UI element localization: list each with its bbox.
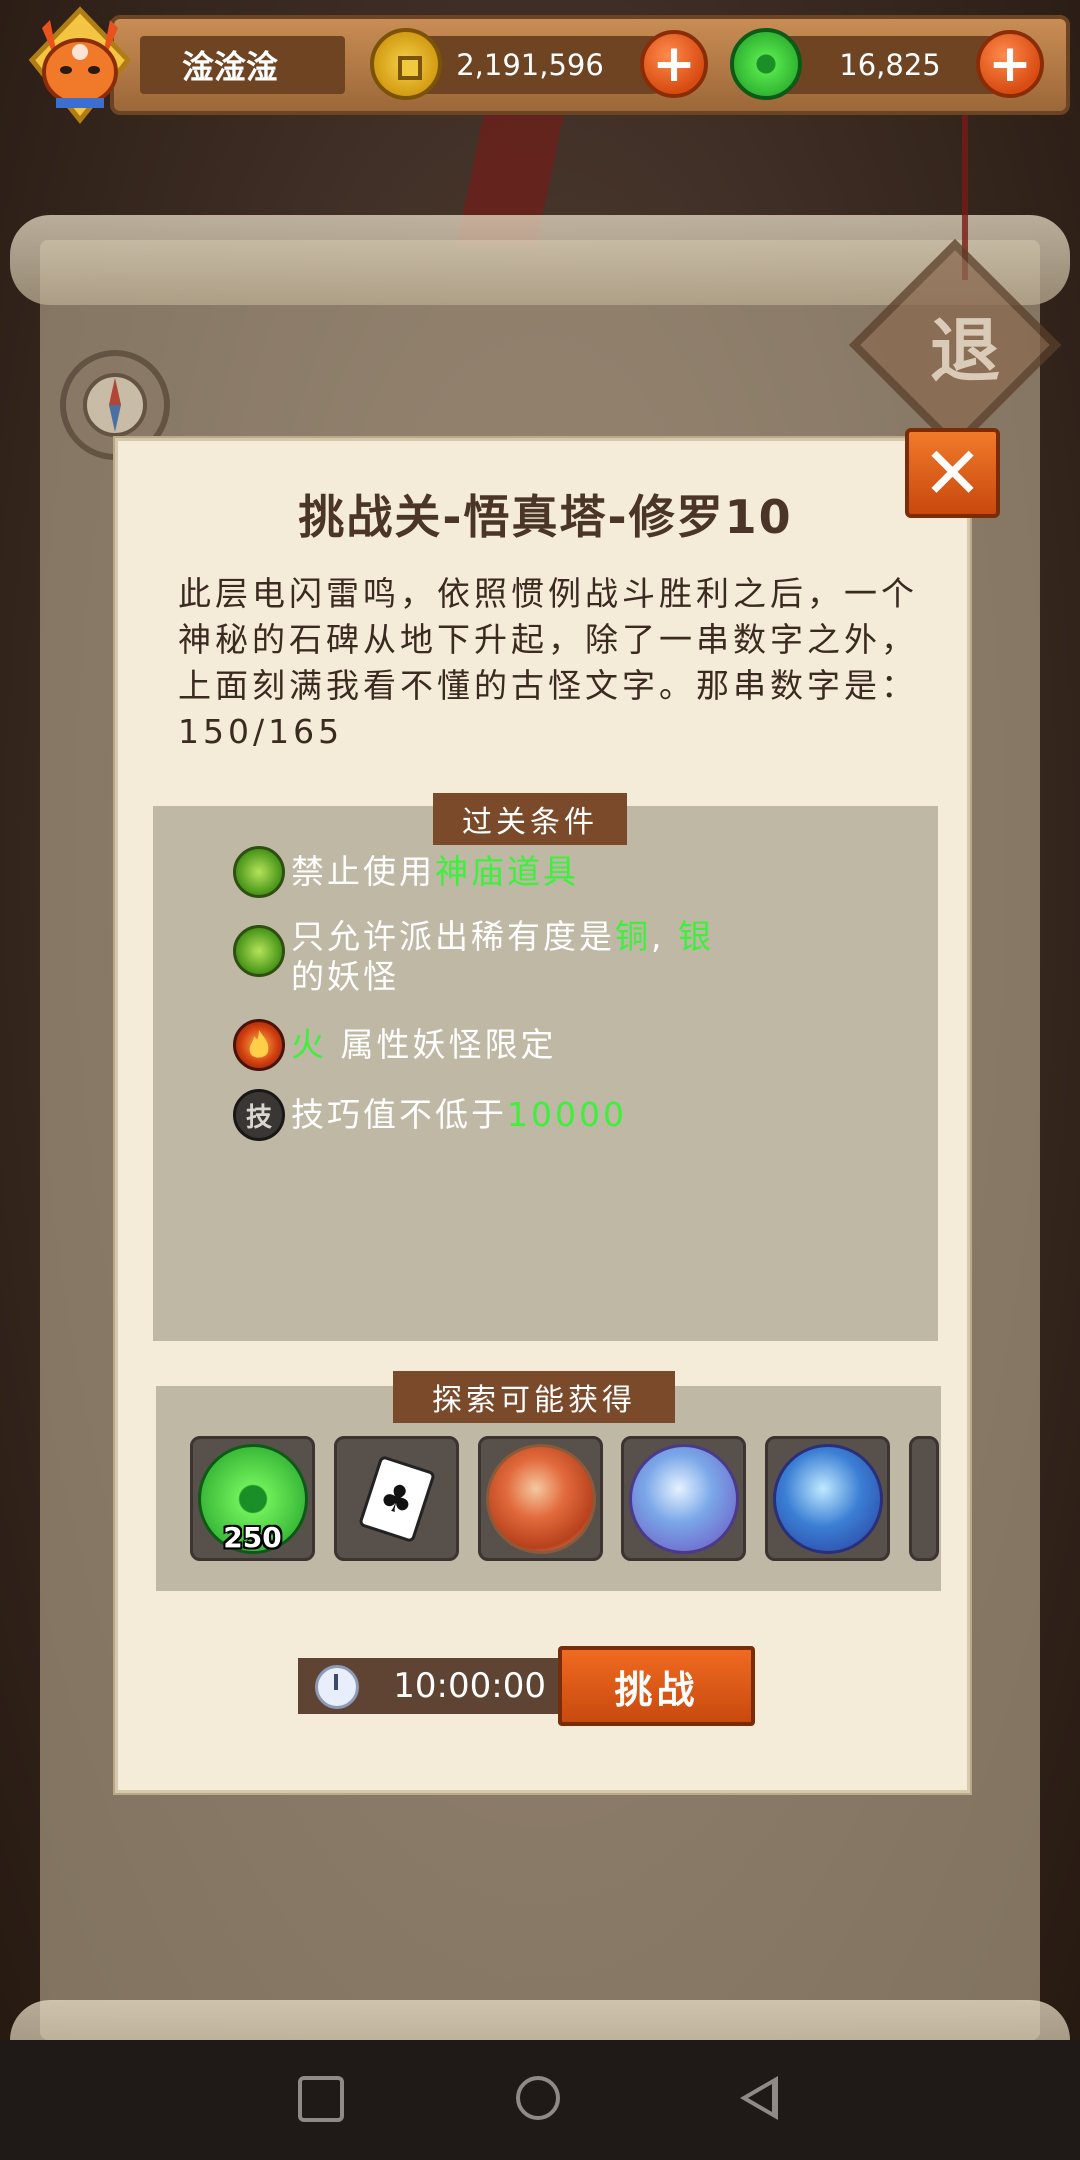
compass-needle-icon xyxy=(83,373,147,437)
red-orb-icon xyxy=(485,1443,596,1554)
dialog-title: 挑战关-悟真塔-修罗10 xyxy=(298,490,793,544)
reward-slot[interactable] xyxy=(478,1436,603,1561)
fire-icon xyxy=(233,1019,285,1071)
condition-item: 只允许派出稀有度是铜, 银的妖怪 xyxy=(233,911,811,997)
coin-amount: 2,191,596 xyxy=(456,48,604,82)
jade-icon xyxy=(730,28,802,100)
fox-avatar-icon[interactable] xyxy=(10,0,150,150)
reward-slot[interactable] xyxy=(765,1436,890,1561)
condition-item: 火 属性妖怪限定 xyxy=(233,1019,557,1071)
exit-label: 退 xyxy=(930,309,1000,392)
cube-orb-icon xyxy=(628,1443,739,1554)
close-icon: ✕ xyxy=(922,431,983,515)
rewards-header: 探索可能获得 xyxy=(393,1371,675,1423)
stopwatch-icon xyxy=(315,1665,359,1709)
add-jade-button[interactable]: + xyxy=(976,30,1044,98)
plus-icon: + xyxy=(988,34,1032,94)
reward-slot-partial[interactable] xyxy=(909,1436,939,1561)
condition-text: 禁止使用神庙道具 xyxy=(291,852,579,891)
player-name: 淦淦淦 xyxy=(140,36,345,94)
challenge-dialog: 挑战关-悟真塔-修罗10 此层电闪雷鸣，依照惯例战斗胜利之后，一个神秘的石碑从地… xyxy=(115,438,970,1793)
add-coins-button[interactable]: + xyxy=(640,30,708,98)
timer-text: 10:00:00 xyxy=(393,1666,546,1706)
dialog-description: 此层电闪雷鸣，依照惯例战斗胜利之后，一个神秘的石碑从地下升起，除了一串数字之外，… xyxy=(178,574,918,751)
close-button[interactable]: ✕ xyxy=(905,428,1000,518)
back-button[interactable] xyxy=(740,2076,778,2120)
jade-amount: 16,825 xyxy=(839,48,941,82)
gold-coin-icon xyxy=(370,28,442,100)
reward-count: 250 xyxy=(223,1521,282,1554)
reward-slot[interactable]: ♣ xyxy=(334,1436,459,1561)
condition-text: 只允许派出稀有度是铜, 银的妖怪 xyxy=(291,917,714,996)
condition-item: 技 技巧值不低于10000 xyxy=(233,1089,627,1141)
plus-icon: + xyxy=(652,34,696,94)
recent-apps-button[interactable] xyxy=(298,2076,344,2122)
skill-icon: 技 xyxy=(233,1089,285,1141)
green-swirl-icon xyxy=(233,925,285,977)
condition-item: 禁止使用神庙道具 xyxy=(233,846,579,898)
challenge-button[interactable]: 挑战 xyxy=(558,1646,755,1726)
condition-text: 技巧值不低于10000 xyxy=(291,1095,627,1134)
condition-text: 火 属性妖怪限定 xyxy=(291,1025,557,1064)
shard-orb-icon xyxy=(772,1443,883,1554)
home-button[interactable] xyxy=(516,2076,560,2120)
conditions-header: 过关条件 xyxy=(433,793,627,845)
green-swirl-icon xyxy=(233,846,285,898)
card-icon: ♣ xyxy=(357,1454,436,1543)
reward-slot[interactable]: 250 xyxy=(190,1436,315,1561)
reward-slot[interactable] xyxy=(621,1436,746,1561)
